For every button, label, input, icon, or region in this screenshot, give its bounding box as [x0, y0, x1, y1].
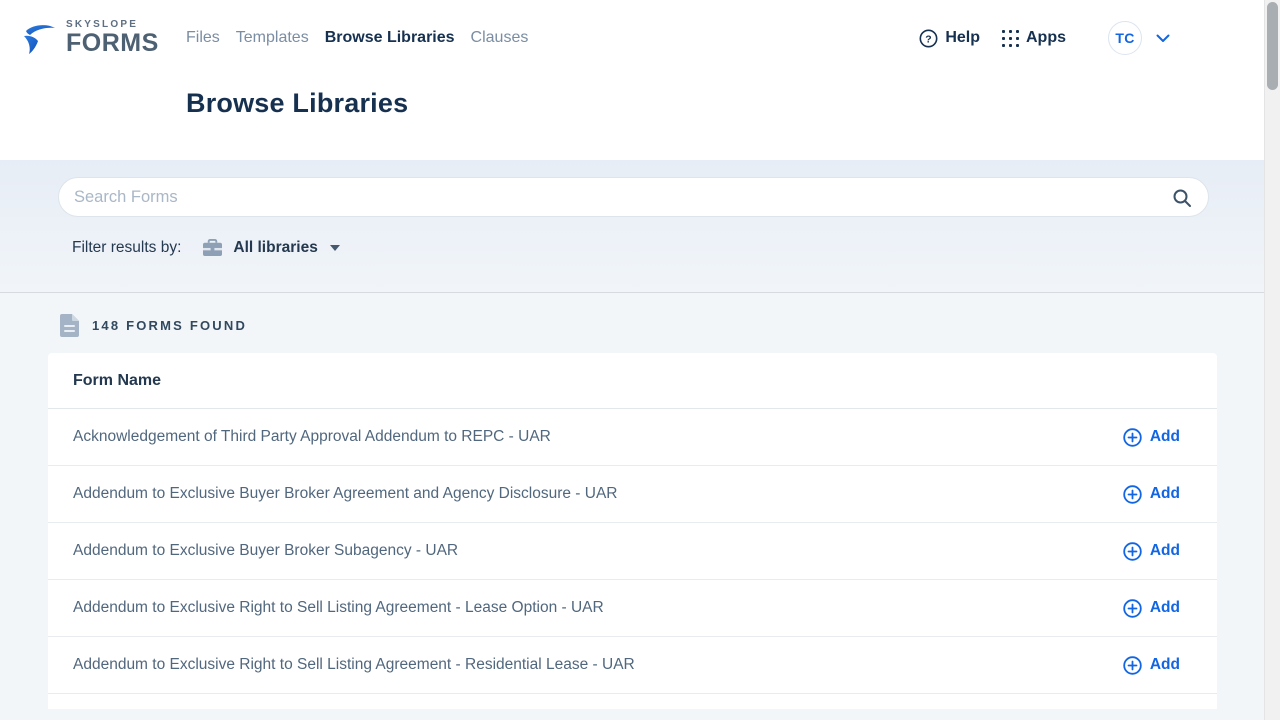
search-icon	[1172, 188, 1192, 208]
page-scrollbar-track[interactable]	[1264, 0, 1280, 720]
table-row: Addendum to Exclusive Buyer Broker Subag…	[48, 523, 1217, 580]
table-header-row: Form Name	[48, 353, 1217, 409]
skyslope-logo[interactable]: SKYSLOPE FORMS	[22, 20, 186, 56]
main-nav: Files Templates Browse Libraries Clauses	[186, 25, 528, 51]
page-scrollbar-thumb[interactable]	[1267, 2, 1278, 90]
plus-circle-icon	[1123, 542, 1142, 561]
nav-item-templates[interactable]: Templates	[236, 25, 309, 51]
topbar: SKYSLOPE FORMS Files Templates Browse Li…	[0, 0, 1280, 160]
avatar-initials: TC	[1115, 30, 1134, 46]
table-row: Addendum to Exclusive Buyer Broker Agree…	[48, 466, 1217, 523]
account-menu-button[interactable]	[1156, 34, 1170, 43]
add-button[interactable]: Add	[1123, 485, 1180, 504]
table-row: Addendum to Exclusive Right to Sell List…	[48, 637, 1217, 694]
nav-item-files[interactable]: Files	[186, 25, 220, 51]
results-count-row: 148 FORMS FOUND	[60, 314, 1280, 337]
nav-item-browse-libraries[interactable]: Browse Libraries	[325, 25, 455, 51]
page-title: Browse Libraries	[186, 88, 1280, 119]
form-name: Acknowledgement of Third Party Approval …	[73, 428, 1123, 446]
plus-circle-icon	[1123, 599, 1142, 618]
avatar[interactable]: TC	[1108, 21, 1142, 55]
plus-circle-icon	[1123, 485, 1142, 504]
filter-label: Filter results by:	[72, 239, 181, 257]
form-name-column-header: Form Name	[73, 372, 161, 390]
plus-circle-icon	[1123, 656, 1142, 675]
add-button[interactable]: Add	[1123, 599, 1180, 618]
document-icon	[60, 314, 79, 337]
search-bar	[58, 177, 1209, 217]
add-button-label: Add	[1150, 485, 1180, 503]
add-button[interactable]: Add	[1123, 428, 1180, 447]
search-button[interactable]	[1170, 186, 1194, 210]
filter-value: All libraries	[233, 239, 317, 257]
chevron-down-icon	[1156, 34, 1170, 43]
header-actions: ? Help Apps TC	[919, 21, 1170, 55]
add-button[interactable]: Add	[1123, 656, 1180, 675]
skyslope-logo-icon	[22, 22, 58, 56]
table-row: Addendum to Exclusive Right to Sell List…	[48, 580, 1217, 637]
forms-table: Form Name Acknowledgement of Third Party…	[48, 353, 1217, 709]
library-filter-dropdown[interactable]: All libraries	[202, 238, 339, 257]
logo-forms-label: FORMS	[66, 31, 159, 56]
caret-down-icon	[330, 245, 340, 251]
logo-text: SKYSLOPE FORMS	[66, 20, 159, 56]
help-label: Help	[945, 29, 980, 47]
plus-circle-icon	[1123, 428, 1142, 447]
table-row: Acknowledgement of Third Party Approval …	[48, 409, 1217, 466]
filter-row: Filter results by: All libraries	[72, 238, 1280, 257]
results-section: 148 FORMS FOUND Form Name Acknowledgemen…	[0, 293, 1280, 709]
form-rows: Acknowledgement of Third Party Approval …	[48, 409, 1217, 694]
help-icon: ?	[919, 29, 938, 48]
apps-grid-icon	[1002, 30, 1019, 47]
form-name: Addendum to Exclusive Buyer Broker Subag…	[73, 542, 1123, 560]
form-name: Addendum to Exclusive Right to Sell List…	[73, 656, 1123, 674]
add-button-label: Add	[1150, 428, 1180, 446]
search-section: Filter results by: All libraries	[0, 160, 1280, 293]
app-root: SKYSLOPE FORMS Files Templates Browse Li…	[0, 0, 1280, 720]
briefcase-icon	[202, 238, 223, 257]
form-name: Addendum to Exclusive Buyer Broker Agree…	[73, 485, 1123, 503]
results-count-text: 148 FORMS FOUND	[92, 318, 247, 333]
add-button[interactable]: Add	[1123, 542, 1180, 561]
nav-item-clauses[interactable]: Clauses	[471, 25, 529, 51]
search-input[interactable]	[59, 178, 1208, 216]
add-button-label: Add	[1150, 599, 1180, 617]
svg-text:?: ?	[926, 34, 932, 45]
help-button[interactable]: ? Help	[919, 29, 980, 48]
add-button-label: Add	[1150, 656, 1180, 674]
form-name: Addendum to Exclusive Right to Sell List…	[73, 599, 1123, 617]
apps-label: Apps	[1026, 29, 1066, 47]
add-button-label: Add	[1150, 542, 1180, 560]
apps-button[interactable]: Apps	[1002, 29, 1066, 47]
